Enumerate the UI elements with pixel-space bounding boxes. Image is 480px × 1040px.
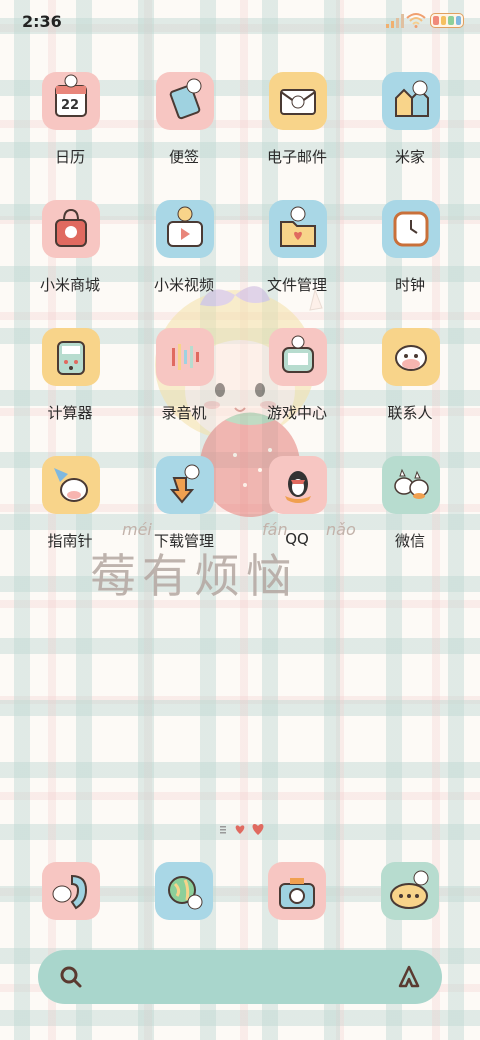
battery-icon	[430, 13, 464, 28]
clock-icon	[382, 200, 440, 258]
phone-icon	[42, 862, 100, 920]
browser-globe-icon	[155, 862, 213, 920]
app-calendar[interactable]: 22 日历	[20, 72, 120, 182]
app-label: 指南针	[47, 532, 93, 550]
app-email[interactable]: 电子邮件	[247, 72, 347, 182]
page-indicator[interactable]	[216, 820, 272, 838]
folder-icon	[269, 200, 327, 258]
app-label: QQ	[285, 530, 309, 548]
download-icon	[156, 456, 214, 514]
app-mi-video[interactable]: 小米视频	[134, 200, 234, 310]
app-label: 计算器	[47, 404, 93, 422]
search-bar[interactable]	[38, 950, 442, 1004]
calculator-icon	[42, 328, 100, 386]
app-label: 日历	[54, 148, 85, 166]
app-label: 录音机	[161, 404, 207, 422]
dock-phone[interactable]	[42, 862, 100, 920]
wechat-icon	[382, 456, 440, 514]
notes-icon	[156, 72, 214, 130]
qq-penguin-icon	[269, 456, 327, 514]
contacts-icon	[382, 328, 440, 386]
email-icon	[269, 72, 327, 130]
search-icon[interactable]	[58, 964, 84, 990]
app-label: 下载管理	[153, 532, 214, 550]
recorder-icon	[156, 328, 214, 386]
status-bar: 2:36	[0, 0, 480, 44]
app-wechat[interactable]: 微信	[360, 456, 460, 566]
app-label: 小米商城	[39, 276, 100, 294]
app-download-manager[interactable]: 下载管理	[134, 456, 234, 566]
app-label: 时钟	[394, 276, 425, 294]
app-label: 联系人	[387, 404, 433, 422]
app-label: 游戏中心	[266, 404, 327, 422]
game-center-icon	[269, 328, 327, 386]
status-time: 2:36	[22, 12, 62, 31]
app-label: 微信	[394, 532, 425, 550]
app-compass[interactable]: 指南针	[20, 456, 120, 566]
app-label: 文件管理	[266, 276, 327, 294]
app-qq[interactable]: QQ	[247, 456, 347, 566]
wifi-icon	[406, 13, 426, 28]
app-mi-home[interactable]: 米家	[360, 72, 460, 182]
app-game-center[interactable]: 游戏中心	[247, 328, 347, 438]
app-clock[interactable]: 时钟	[360, 200, 460, 310]
app-label: 米家	[394, 148, 425, 166]
dock-messages[interactable]	[381, 862, 439, 920]
app-file-manager[interactable]: 文件管理	[247, 200, 347, 310]
app-label: 小米视频	[153, 276, 214, 294]
shopping-bag-icon	[42, 200, 100, 258]
compass-icon	[42, 456, 100, 514]
dock-camera[interactable]	[268, 862, 326, 920]
assistant-icon[interactable]	[396, 964, 422, 990]
smart-home-icon	[382, 72, 440, 130]
app-label: 便签	[168, 148, 199, 166]
app-mi-store[interactable]: 小米商城	[20, 200, 120, 310]
messages-icon	[381, 862, 439, 920]
app-notes[interactable]: 便签	[134, 72, 234, 182]
app-label: 电子邮件	[266, 148, 327, 166]
dock-browser[interactable]	[155, 862, 213, 920]
camera-icon	[268, 862, 326, 920]
video-icon	[156, 200, 214, 258]
app-contacts[interactable]: 联系人	[360, 328, 460, 438]
signal-icon	[386, 14, 404, 28]
calendar-date: 22	[61, 98, 80, 113]
app-recorder[interactable]: 录音机	[134, 328, 234, 438]
app-calculator[interactable]: 计算器	[20, 328, 120, 438]
